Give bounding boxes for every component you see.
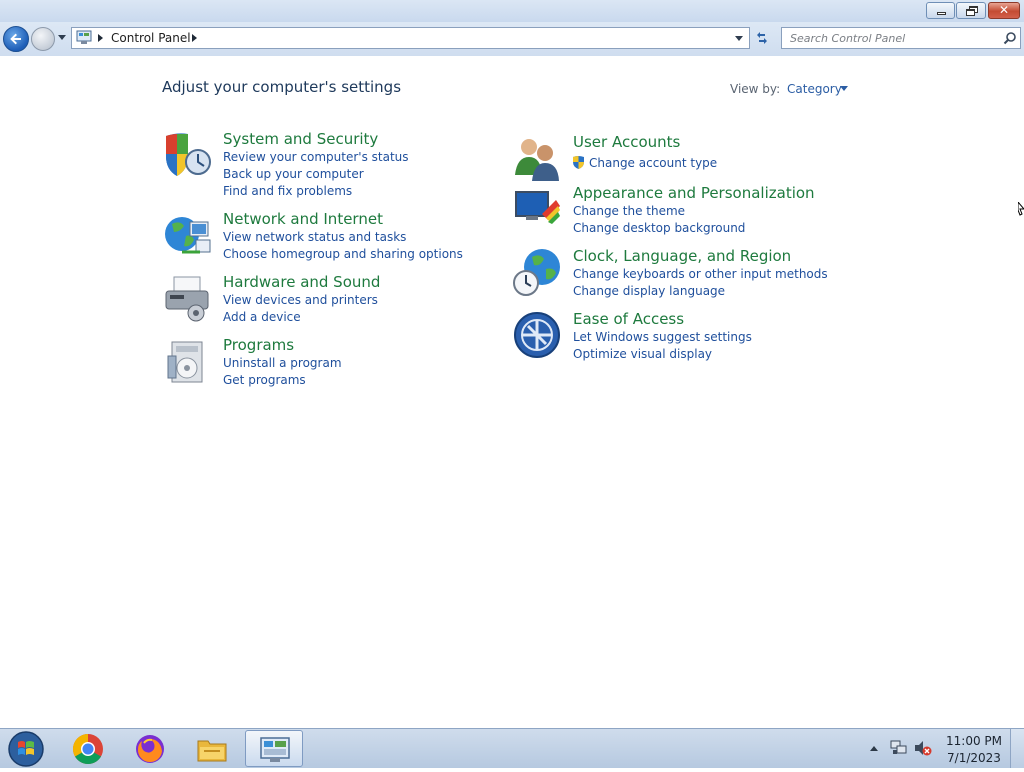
forward-button[interactable] bbox=[31, 27, 55, 51]
shield-icon[interactable] bbox=[162, 130, 212, 180]
network-tray-icon[interactable] bbox=[890, 740, 908, 756]
refresh-button[interactable] bbox=[751, 27, 773, 49]
uac-shield-icon bbox=[573, 156, 584, 169]
control-panel-content: Adjust your computer's settings View by:… bbox=[0, 56, 1024, 728]
close-button[interactable] bbox=[988, 2, 1020, 19]
programs-icon[interactable] bbox=[162, 336, 212, 386]
navigation-bar: Control Panel Search Control Panel bbox=[0, 22, 1024, 56]
address-dropdown[interactable] bbox=[735, 36, 743, 41]
category-link[interactable]: Add a device bbox=[223, 310, 301, 324]
category-title[interactable]: System and Security bbox=[223, 130, 378, 148]
network-globe-icon[interactable] bbox=[162, 210, 212, 260]
clock-globe-icon[interactable] bbox=[512, 247, 562, 297]
show-hidden-icons-button[interactable] bbox=[870, 746, 878, 751]
window-title-bar bbox=[0, 0, 1024, 22]
category-link[interactable]: Change account type bbox=[589, 156, 717, 170]
windows-start-orb-icon bbox=[8, 731, 44, 767]
category-link[interactable]: Get programs bbox=[223, 373, 306, 387]
start-button[interactable] bbox=[4, 730, 44, 768]
appearance-icon[interactable] bbox=[512, 184, 562, 234]
user-accounts-icon[interactable] bbox=[512, 133, 562, 183]
search-input[interactable]: Search Control Panel bbox=[781, 27, 1021, 49]
category-link[interactable]: Change display language bbox=[573, 284, 725, 298]
breadcrumb-control-panel[interactable]: Control Panel bbox=[111, 31, 191, 45]
taskbar-file-explorer[interactable] bbox=[183, 730, 241, 767]
category-title[interactable]: Appearance and Personalization bbox=[573, 184, 815, 202]
category-title[interactable]: Ease of Access bbox=[573, 310, 684, 328]
firefox-icon bbox=[136, 735, 164, 763]
ease-of-access-icon[interactable] bbox=[512, 310, 562, 360]
show-desktop-button[interactable] bbox=[1010, 729, 1024, 768]
taskbar-firefox[interactable] bbox=[121, 730, 179, 767]
printer-icon[interactable] bbox=[162, 273, 212, 323]
taskbar-control-panel[interactable] bbox=[245, 730, 303, 767]
search-placeholder: Search Control Panel bbox=[790, 32, 906, 45]
category-link[interactable]: Change desktop background bbox=[573, 221, 745, 235]
control-panel-icon bbox=[76, 30, 92, 44]
mouse-cursor-icon bbox=[1018, 202, 1024, 216]
category-title[interactable]: User Accounts bbox=[573, 133, 680, 151]
category-title[interactable]: Hardware and Sound bbox=[223, 273, 380, 291]
page-title: Adjust your computer's settings bbox=[162, 78, 402, 96]
breadcrumb-arrow[interactable] bbox=[192, 34, 197, 42]
minimize-button[interactable] bbox=[926, 2, 955, 19]
category-link[interactable]: Optimize visual display bbox=[573, 347, 712, 361]
category-link[interactable]: Let Windows suggest settings bbox=[573, 330, 752, 344]
back-arrow-icon bbox=[10, 33, 21, 45]
taskbar-clock-date[interactable]: 7/1/2023 bbox=[946, 751, 1002, 765]
category-link[interactable]: Back up your computer bbox=[223, 167, 364, 181]
category-link[interactable]: Change the theme bbox=[573, 204, 685, 218]
taskbar: 11:00 PM 7/1/2023 bbox=[0, 728, 1024, 768]
recent-pages-dropdown[interactable] bbox=[58, 35, 66, 40]
taskbar-clock-time[interactable]: 11:00 PM bbox=[946, 734, 1002, 748]
taskbar-chrome[interactable] bbox=[59, 730, 117, 767]
category-link[interactable]: View devices and printers bbox=[223, 293, 378, 307]
chrome-icon bbox=[72, 734, 103, 765]
volume-muted-icon[interactable] bbox=[914, 740, 932, 756]
category-link[interactable]: Find and fix problems bbox=[223, 184, 352, 198]
category-link[interactable]: View network status and tasks bbox=[223, 230, 406, 244]
category-link[interactable]: Choose homegroup and sharing options bbox=[223, 247, 463, 261]
category-link[interactable]: Uninstall a program bbox=[223, 356, 342, 370]
category-title[interactable]: Network and Internet bbox=[223, 210, 383, 228]
address-bar[interactable]: Control Panel bbox=[71, 27, 750, 49]
category-title[interactable]: Programs bbox=[223, 336, 294, 354]
control-panel-icon bbox=[260, 737, 290, 762]
file-explorer-icon bbox=[197, 740, 227, 762]
view-by-label: View by: bbox=[730, 82, 781, 96]
refresh-icon bbox=[757, 32, 767, 44]
category-link[interactable]: Change keyboards or other input methods bbox=[573, 267, 828, 281]
back-button[interactable] bbox=[3, 26, 29, 52]
view-by-caret-icon[interactable] bbox=[840, 86, 848, 91]
restore-button[interactable] bbox=[956, 2, 986, 19]
search-icon[interactable] bbox=[1003, 31, 1017, 45]
category-link[interactable]: Review your computer's status bbox=[223, 150, 409, 164]
view-by-dropdown[interactable]: Category bbox=[787, 82, 842, 96]
breadcrumb-arrow[interactable] bbox=[98, 34, 103, 42]
category-title[interactable]: Clock, Language, and Region bbox=[573, 247, 791, 265]
